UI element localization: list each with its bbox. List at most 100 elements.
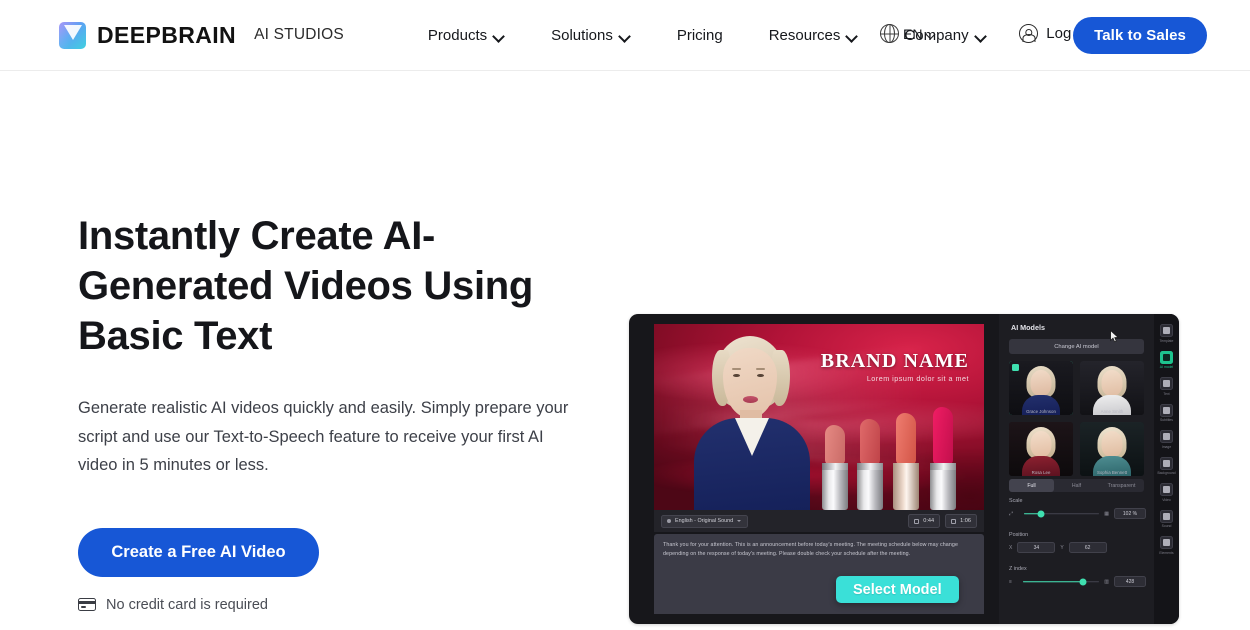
video-brand-subtitle: Lorem ipsum dolor sit a met [866, 374, 969, 383]
create-free-ai-video-button[interactable]: Create a Free AI Video [78, 527, 319, 577]
rail-item-template[interactable]: Template [1154, 321, 1179, 346]
selected-check-icon [1012, 364, 1019, 371]
nav-item-solutions[interactable]: Solutions [528, 27, 654, 44]
clock-icon [914, 518, 920, 524]
position-control: Position X 34 Y 62 [1009, 532, 1146, 553]
nav-item-pricing[interactable]: Pricing [654, 27, 746, 44]
ai-model-icon [1160, 350, 1173, 364]
ai-model-thumb-0[interactable]: Grace Johnson [1009, 361, 1073, 415]
zindex-label: Z index [1009, 566, 1027, 572]
chevron-down-icon [976, 32, 987, 39]
rail-item-image[interactable]: Image [1154, 427, 1179, 452]
talk-to-sales-button[interactable]: Talk to Sales [1073, 17, 1207, 54]
no-credit-card-label: No credit card is required [106, 596, 268, 613]
user-circle-icon [1019, 24, 1039, 43]
zindex-slider[interactable] [1017, 577, 1100, 586]
page-title: Instantly Create AI-Generated Videos Usi… [78, 214, 534, 358]
site-header: DEEPBRAIN AI STUDIOS Products Solutions … [0, 0, 1250, 71]
globe-icon [880, 23, 899, 44]
mouse-pointer-icon [1110, 330, 1119, 343]
nav-item-products[interactable]: Products [405, 27, 528, 44]
rail-item-sound[interactable]: Sound [1154, 507, 1179, 532]
ai-model-grid: Grace Johnson Anne Smith Rosa Lee Sophia… [1009, 361, 1144, 476]
nav-item-resources[interactable]: Resources [746, 27, 882, 44]
segment-half[interactable]: Half [1054, 479, 1099, 492]
position-x-value[interactable]: 34 [1017, 542, 1056, 553]
logo-subtitle: AI STUDIOS [254, 26, 344, 43]
elements-icon [1160, 536, 1173, 549]
rail-item-video[interactable]: Video [1154, 480, 1179, 505]
zindex-control: Z index ≡ ▥ 428 [1009, 566, 1146, 587]
ai-model-name-1: Anne Smith [1100, 409, 1124, 414]
percent-icon: ▦ [1104, 510, 1109, 517]
sound-icon [1160, 509, 1173, 523]
chevron-down-icon [847, 32, 858, 39]
chevron-down-icon [737, 520, 742, 522]
current-time-badge: 0:44 [908, 514, 941, 528]
background-icon [1160, 456, 1173, 470]
brand-logo[interactable]: DEEPBRAIN AI STUDIOS [59, 21, 344, 49]
hero-subheading: Generate realistic AI videos quickly and… [78, 399, 569, 474]
rail-item-text[interactable]: Text [1154, 374, 1179, 399]
position-y-value[interactable]: 62 [1068, 542, 1107, 553]
subtitle-icon [1160, 403, 1173, 417]
chevron-down-icon [927, 31, 936, 37]
editor-toolbar: English - Original Sound 0:44 1:06 [654, 510, 984, 532]
scale-control: Scale ⤢ ▦ 102 % [1009, 498, 1146, 519]
lipstick-products [816, 404, 976, 510]
hero-copy: Instantly Create AI-Generated Videos Usi… [77, 211, 598, 613]
deepbrain-cube-logo [59, 21, 86, 49]
total-time-badge: 1:06 [945, 514, 977, 528]
scale-slider[interactable] [1018, 509, 1100, 518]
sound-dot-icon [667, 519, 671, 523]
ai-model-thumb-3[interactable]: Sophia Bennett [1080, 422, 1144, 476]
panel-title: AI Models [1011, 323, 1045, 332]
scale-label: Scale [1009, 498, 1023, 504]
video-language-label: English - Original Sound [675, 518, 734, 524]
chevron-down-icon [620, 32, 631, 39]
nav-label-resources: Resources [768, 26, 841, 44]
language-selector[interactable]: EN [880, 23, 936, 44]
rail-item-ai-model[interactable]: AI model [1154, 348, 1179, 373]
nav-label-solutions: Solutions [551, 26, 613, 44]
app-mockup: BRAND NAME Lorem ipsum dolor sit a met E… [629, 314, 1179, 624]
image-icon [1160, 430, 1173, 443]
position-label: Position [1009, 532, 1029, 538]
text-icon [1160, 377, 1173, 390]
credit-card-icon [77, 598, 97, 611]
model-fit-segments: Full Half Transparent [1009, 479, 1144, 492]
template-icon [1160, 324, 1173, 337]
segment-full[interactable]: Full [1009, 479, 1054, 492]
scale-value[interactable]: 102 % [1114, 508, 1146, 519]
scale-icon: ⤢ [1009, 510, 1014, 517]
ai-models-panel: AI Models Change AI model Grace Johnson [999, 314, 1154, 624]
ai-model-name-3: Sophia Bennett [1096, 470, 1128, 475]
select-model-tooltip[interactable]: Select Model [836, 576, 959, 603]
depth-icon: ▥ [1104, 578, 1109, 585]
ai-model-name-2: Rosa Lee [1031, 470, 1051, 475]
y-axis-icon: Y [1060, 544, 1064, 551]
video-preview[interactable]: BRAND NAME Lorem ipsum dolor sit a met [654, 324, 984, 510]
change-ai-model-button[interactable]: Change AI model [1009, 339, 1144, 354]
segment-transparent[interactable]: Transparent [1099, 479, 1144, 492]
hero-section: Instantly Create AI-Generated Videos Usi… [0, 71, 1250, 630]
script-text: Thank you for your attention. This is an… [663, 542, 958, 557]
rail-item-subtitles[interactable]: Subtitles [1154, 401, 1179, 426]
tool-rail: Template AI model Text Subtitles Image B… [1154, 314, 1179, 624]
rail-item-background[interactable]: Background [1154, 454, 1179, 479]
logo-wordmark: DEEPBRAIN [97, 21, 237, 48]
total-time-label: 1:06 [960, 518, 971, 524]
language-label: EN [903, 25, 923, 42]
rail-item-elements[interactable]: Elements [1154, 533, 1179, 558]
ai-avatar-presenter [688, 334, 816, 510]
current-time-label: 0:44 [923, 518, 935, 524]
chevron-down-icon [494, 32, 505, 39]
layers-icon: ≡ [1009, 578, 1012, 585]
video-brand-title: BRAND NAME [820, 350, 969, 372]
x-axis-icon: X [1009, 544, 1013, 551]
video-language-selector[interactable]: English - Original Sound [661, 514, 749, 528]
ai-model-thumb-2[interactable]: Rosa Lee [1009, 422, 1073, 476]
ai-model-thumb-1[interactable]: Anne Smith [1080, 361, 1144, 415]
zindex-value[interactable]: 428 [1114, 576, 1146, 587]
video-icon [1160, 483, 1173, 496]
